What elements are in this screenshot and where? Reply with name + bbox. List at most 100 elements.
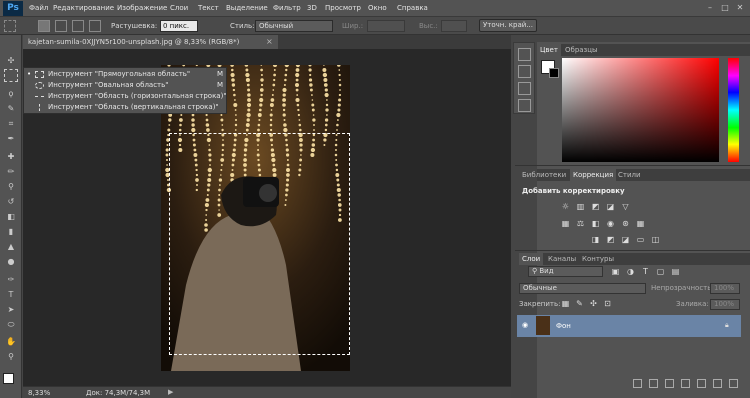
link-layers-icon[interactable]	[633, 379, 642, 388]
healing-brush-tool-icon[interactable]: ✚	[4, 150, 18, 163]
tab-libraries[interactable]: Библиотеки	[519, 169, 569, 181]
hue-slider[interactable]	[728, 58, 739, 162]
brightness-contrast-icon[interactable]: ☼	[560, 202, 571, 212]
filter-shape-icon[interactable]: ▢	[655, 267, 666, 277]
shape-tool-icon[interactable]: ⬭	[4, 318, 18, 331]
close-document-icon[interactable]: ×	[266, 37, 276, 47]
height-input[interactable]	[441, 20, 467, 32]
color-lookup-icon[interactable]: ▦	[635, 219, 646, 229]
paragraph-panel-icon[interactable]	[518, 82, 531, 95]
eraser-tool-icon[interactable]: ◧	[4, 210, 18, 223]
menu-select[interactable]: Выделение	[226, 4, 268, 12]
color-panel-background-swatch[interactable]	[549, 68, 559, 78]
tab-paths[interactable]: Контуры	[579, 253, 617, 265]
tab-styles[interactable]: Стили	[615, 169, 644, 181]
lock-all-icon[interactable]: ⊡	[602, 299, 613, 309]
clone-stamp-tool-icon[interactable]: ⚲	[4, 180, 18, 193]
menu-edit[interactable]: Редактирование	[53, 4, 114, 12]
zoom-level[interactable]: 8,33%	[28, 389, 50, 397]
lock-position-icon[interactable]: ✣	[588, 299, 599, 309]
menu-3d[interactable]: 3D	[307, 4, 317, 12]
flyout-item-rect-marquee[interactable]: • Инструмент "Прямоугольная область" M	[24, 69, 226, 80]
layer-filter-select[interactable]: ⚲ Вид	[528, 266, 603, 277]
invert-icon[interactable]: ◨	[590, 235, 601, 245]
selective-color-icon[interactable]: ◫	[650, 235, 661, 245]
marquee-tool-icon[interactable]	[4, 69, 18, 82]
vibrance-icon[interactable]: ▽	[620, 202, 631, 212]
flyout-item-ellipse-marquee[interactable]: Инструмент "Овальная область" M	[24, 80, 226, 91]
layer-row[interactable]: ◉ Фон 🔒︎	[517, 315, 741, 337]
intersect-selection-icon[interactable]	[89, 20, 101, 32]
menu-type[interactable]: Текст	[198, 4, 219, 12]
eye-icon[interactable]: ◉	[522, 321, 528, 329]
menu-window[interactable]: Окно	[368, 4, 387, 12]
crop-tool-icon[interactable]: ⌗	[4, 117, 18, 130]
dodge-tool-icon[interactable]: ●	[4, 255, 18, 268]
document-tab[interactable]: kajetan-sumila-0XJJYN5r100-unsplash.jpg …	[23, 35, 278, 49]
add-to-selection-icon[interactable]	[55, 20, 67, 32]
layer-name[interactable]: Фон	[556, 322, 571, 330]
new-group-icon[interactable]	[697, 379, 706, 388]
close-window-button[interactable]: ✕	[733, 2, 747, 14]
character-panel-icon[interactable]	[518, 99, 531, 112]
layer-style-icon[interactable]	[649, 379, 658, 388]
minimize-button[interactable]: –	[703, 2, 717, 14]
properties-panel-icon[interactable]	[518, 65, 531, 78]
tab-adjustments[interactable]: Коррекция	[570, 169, 617, 181]
fill-input[interactable]: 100%	[710, 299, 740, 310]
lock-transparent-icon[interactable]: ▦	[560, 299, 571, 309]
exposure-icon[interactable]: ◪	[605, 202, 616, 212]
history-brush-tool-icon[interactable]: ↺	[4, 195, 18, 208]
width-input[interactable]	[367, 20, 405, 32]
style-select[interactable]: Обычный	[255, 20, 333, 32]
hue-saturation-icon[interactable]: ▦	[560, 219, 571, 229]
gradient-tool-icon[interactable]: ▮	[4, 225, 18, 238]
new-layer-icon[interactable]	[713, 379, 722, 388]
threshold-icon[interactable]: ◪	[620, 235, 631, 245]
blur-tool-icon[interactable]: ▲	[4, 240, 18, 253]
move-tool-icon[interactable]: ✣	[4, 54, 18, 67]
color-spectrum-field[interactable]	[562, 58, 719, 162]
gradient-map-icon[interactable]: ▭	[635, 235, 646, 245]
delete-layer-icon[interactable]	[729, 379, 738, 388]
filter-adjustment-icon[interactable]: ◑	[625, 267, 636, 277]
zoom-tool-icon[interactable]: ⚲	[4, 350, 18, 363]
tab-layers[interactable]: Слои	[519, 253, 544, 265]
hand-tool-icon[interactable]: ✋	[4, 335, 18, 348]
photo-filter-icon[interactable]: ◉	[605, 219, 616, 229]
type-tool-icon[interactable]: T	[4, 288, 18, 301]
rect-marquee-preset-icon[interactable]	[4, 20, 16, 32]
lock-pixels-icon[interactable]: ✎	[574, 299, 585, 309]
tab-color[interactable]: Цвет	[537, 44, 561, 56]
pen-tool-icon[interactable]: ✑	[4, 273, 18, 286]
flyout-item-row-marquee[interactable]: Инструмент "Область (горизонтальная стро…	[24, 91, 227, 102]
levels-icon[interactable]: ▥	[575, 202, 586, 212]
brush-tool-icon[interactable]: ✏	[4, 165, 18, 178]
channel-mixer-icon[interactable]: ⊛	[620, 219, 631, 229]
add-mask-icon[interactable]	[665, 379, 674, 388]
menu-help[interactable]: Справка	[397, 4, 428, 12]
quick-select-tool-icon[interactable]: ✎	[4, 102, 18, 115]
menu-layers[interactable]: Слои	[170, 4, 188, 12]
foreground-color-swatch[interactable]	[3, 373, 14, 384]
menu-view[interactable]: Просмотр	[325, 4, 361, 12]
refine-edge-button[interactable]: Уточн. край...	[479, 19, 537, 32]
new-selection-icon[interactable]	[38, 20, 50, 32]
curves-icon[interactable]: ◩	[590, 202, 601, 212]
flyout-item-column-marquee[interactable]: Инструмент "Область (вертикальная строка…	[24, 102, 226, 113]
menu-image[interactable]: Изображение	[117, 4, 167, 12]
black-white-icon[interactable]: ◧	[590, 219, 601, 229]
filter-pixel-icon[interactable]: ▣	[610, 267, 621, 277]
filter-smart-object-icon[interactable]: ▤	[670, 267, 681, 277]
menu-file[interactable]: Файл	[29, 4, 48, 12]
eyedropper-tool-icon[interactable]: ✒	[4, 132, 18, 145]
new-adjustment-layer-icon[interactable]	[681, 379, 690, 388]
menu-filter[interactable]: Фильтр	[273, 4, 301, 12]
filter-type-icon[interactable]: T	[640, 267, 651, 277]
subtract-from-selection-icon[interactable]	[72, 20, 84, 32]
path-selection-tool-icon[interactable]: ➤	[4, 303, 18, 316]
status-arrow-icon[interactable]: ▶	[168, 388, 173, 396]
posterize-icon[interactable]: ◩	[605, 235, 616, 245]
tab-swatches[interactable]: Образцы	[562, 44, 601, 56]
color-balance-icon[interactable]: ⚖	[575, 219, 586, 229]
